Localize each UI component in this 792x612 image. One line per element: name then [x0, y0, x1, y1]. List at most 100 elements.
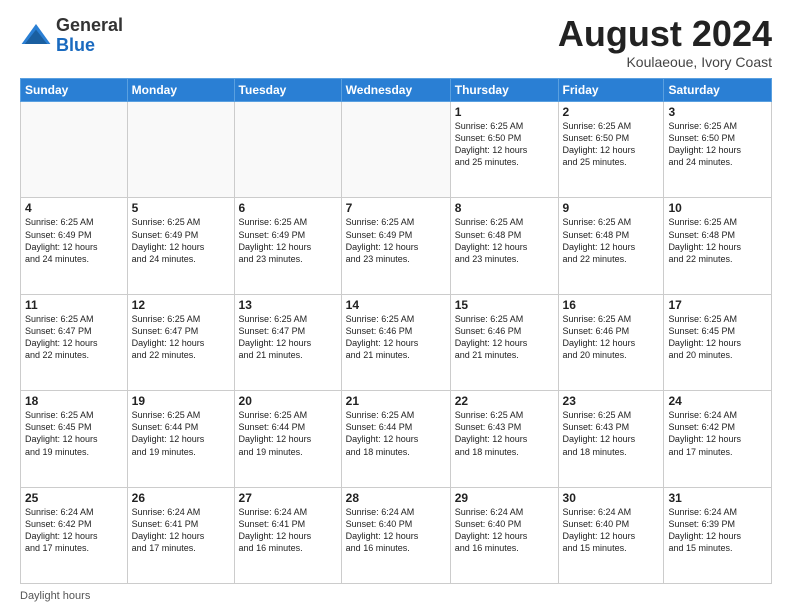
day-info: Sunrise: 6:25 AM Sunset: 6:47 PM Dayligh…: [239, 313, 337, 362]
day-info: Sunrise: 6:25 AM Sunset: 6:50 PM Dayligh…: [455, 120, 554, 169]
calendar-cell: 13Sunrise: 6:25 AM Sunset: 6:47 PM Dayli…: [234, 294, 341, 390]
day-number: 24: [668, 394, 767, 408]
page: General Blue August 2024 Koulaeoue, Ivor…: [0, 0, 792, 612]
day-info: Sunrise: 6:25 AM Sunset: 6:49 PM Dayligh…: [25, 216, 123, 265]
calendar-header-thursday: Thursday: [450, 79, 558, 102]
day-info: Sunrise: 6:25 AM Sunset: 6:49 PM Dayligh…: [346, 216, 446, 265]
calendar-cell: [127, 102, 234, 198]
day-number: 15: [455, 298, 554, 312]
header: General Blue August 2024 Koulaeoue, Ivor…: [20, 16, 772, 70]
calendar-cell: 14Sunrise: 6:25 AM Sunset: 6:46 PM Dayli…: [341, 294, 450, 390]
day-info: Sunrise: 6:25 AM Sunset: 6:49 PM Dayligh…: [239, 216, 337, 265]
calendar-cell: 23Sunrise: 6:25 AM Sunset: 6:43 PM Dayli…: [558, 391, 664, 487]
day-number: 9: [563, 201, 660, 215]
day-number: 8: [455, 201, 554, 215]
calendar-cell: 2Sunrise: 6:25 AM Sunset: 6:50 PM Daylig…: [558, 102, 664, 198]
day-number: 18: [25, 394, 123, 408]
day-number: 7: [346, 201, 446, 215]
day-number: 10: [668, 201, 767, 215]
day-info: Sunrise: 6:25 AM Sunset: 6:50 PM Dayligh…: [668, 120, 767, 169]
day-info: Sunrise: 6:25 AM Sunset: 6:44 PM Dayligh…: [346, 409, 446, 458]
day-number: 3: [668, 105, 767, 119]
day-number: 27: [239, 491, 337, 505]
day-number: 30: [563, 491, 660, 505]
day-number: 14: [346, 298, 446, 312]
day-info: Sunrise: 6:25 AM Sunset: 6:48 PM Dayligh…: [668, 216, 767, 265]
calendar-cell: 19Sunrise: 6:25 AM Sunset: 6:44 PM Dayli…: [127, 391, 234, 487]
calendar-header-friday: Friday: [558, 79, 664, 102]
calendar-cell: 24Sunrise: 6:24 AM Sunset: 6:42 PM Dayli…: [664, 391, 772, 487]
calendar-cell: 22Sunrise: 6:25 AM Sunset: 6:43 PM Dayli…: [450, 391, 558, 487]
calendar-cell: 30Sunrise: 6:24 AM Sunset: 6:40 PM Dayli…: [558, 487, 664, 583]
day-number: 5: [132, 201, 230, 215]
calendar-table: SundayMondayTuesdayWednesdayThursdayFrid…: [20, 78, 772, 584]
calendar-header-wednesday: Wednesday: [341, 79, 450, 102]
calendar-cell: 10Sunrise: 6:25 AM Sunset: 6:48 PM Dayli…: [664, 198, 772, 294]
day-info: Sunrise: 6:24 AM Sunset: 6:41 PM Dayligh…: [132, 506, 230, 555]
day-number: 1: [455, 105, 554, 119]
location: Koulaeoue, Ivory Coast: [558, 54, 772, 70]
calendar-week-4: 25Sunrise: 6:24 AM Sunset: 6:42 PM Dayli…: [21, 487, 772, 583]
day-info: Sunrise: 6:25 AM Sunset: 6:44 PM Dayligh…: [132, 409, 230, 458]
calendar-header-monday: Monday: [127, 79, 234, 102]
calendar-cell: 15Sunrise: 6:25 AM Sunset: 6:46 PM Dayli…: [450, 294, 558, 390]
calendar-week-2: 11Sunrise: 6:25 AM Sunset: 6:47 PM Dayli…: [21, 294, 772, 390]
day-number: 2: [563, 105, 660, 119]
calendar-cell: 21Sunrise: 6:25 AM Sunset: 6:44 PM Dayli…: [341, 391, 450, 487]
calendar-cell: 29Sunrise: 6:24 AM Sunset: 6:40 PM Dayli…: [450, 487, 558, 583]
day-info: Sunrise: 6:24 AM Sunset: 6:40 PM Dayligh…: [455, 506, 554, 555]
day-number: 16: [563, 298, 660, 312]
day-number: 21: [346, 394, 446, 408]
day-number: 20: [239, 394, 337, 408]
day-number: 29: [455, 491, 554, 505]
day-info: Sunrise: 6:25 AM Sunset: 6:45 PM Dayligh…: [25, 409, 123, 458]
calendar-cell: 27Sunrise: 6:24 AM Sunset: 6:41 PM Dayli…: [234, 487, 341, 583]
footer: Daylight hours: [20, 590, 772, 602]
day-number: 12: [132, 298, 230, 312]
daylight-hours-label: Daylight hours: [20, 590, 90, 602]
day-info: Sunrise: 6:25 AM Sunset: 6:45 PM Dayligh…: [668, 313, 767, 362]
calendar-cell: 6Sunrise: 6:25 AM Sunset: 6:49 PM Daylig…: [234, 198, 341, 294]
day-number: 25: [25, 491, 123, 505]
day-number: 23: [563, 394, 660, 408]
calendar-cell: 31Sunrise: 6:24 AM Sunset: 6:39 PM Dayli…: [664, 487, 772, 583]
day-number: 19: [132, 394, 230, 408]
day-number: 17: [668, 298, 767, 312]
calendar-header-row: SundayMondayTuesdayWednesdayThursdayFrid…: [21, 79, 772, 102]
calendar-cell: 11Sunrise: 6:25 AM Sunset: 6:47 PM Dayli…: [21, 294, 128, 390]
day-info: Sunrise: 6:24 AM Sunset: 6:41 PM Dayligh…: [239, 506, 337, 555]
calendar-cell: 9Sunrise: 6:25 AM Sunset: 6:48 PM Daylig…: [558, 198, 664, 294]
day-info: Sunrise: 6:24 AM Sunset: 6:42 PM Dayligh…: [668, 409, 767, 458]
day-number: 13: [239, 298, 337, 312]
logo-text: General Blue: [56, 16, 123, 56]
day-number: 26: [132, 491, 230, 505]
day-number: 4: [25, 201, 123, 215]
day-number: 28: [346, 491, 446, 505]
calendar-cell: 4Sunrise: 6:25 AM Sunset: 6:49 PM Daylig…: [21, 198, 128, 294]
calendar-header-saturday: Saturday: [664, 79, 772, 102]
day-info: Sunrise: 6:25 AM Sunset: 6:47 PM Dayligh…: [132, 313, 230, 362]
calendar-cell: 12Sunrise: 6:25 AM Sunset: 6:47 PM Dayli…: [127, 294, 234, 390]
day-number: 6: [239, 201, 337, 215]
calendar-cell: [234, 102, 341, 198]
calendar-cell: 5Sunrise: 6:25 AM Sunset: 6:49 PM Daylig…: [127, 198, 234, 294]
day-info: Sunrise: 6:25 AM Sunset: 6:48 PM Dayligh…: [455, 216, 554, 265]
calendar-cell: 16Sunrise: 6:25 AM Sunset: 6:46 PM Dayli…: [558, 294, 664, 390]
calendar-cell: 20Sunrise: 6:25 AM Sunset: 6:44 PM Dayli…: [234, 391, 341, 487]
day-info: Sunrise: 6:24 AM Sunset: 6:40 PM Dayligh…: [563, 506, 660, 555]
calendar-week-0: 1Sunrise: 6:25 AM Sunset: 6:50 PM Daylig…: [21, 102, 772, 198]
day-info: Sunrise: 6:25 AM Sunset: 6:47 PM Dayligh…: [25, 313, 123, 362]
calendar-cell: [21, 102, 128, 198]
calendar-week-3: 18Sunrise: 6:25 AM Sunset: 6:45 PM Dayli…: [21, 391, 772, 487]
calendar-cell: 3Sunrise: 6:25 AM Sunset: 6:50 PM Daylig…: [664, 102, 772, 198]
month-year: August 2024: [558, 16, 772, 52]
logo: General Blue: [20, 16, 123, 56]
calendar-header-sunday: Sunday: [21, 79, 128, 102]
day-info: Sunrise: 6:25 AM Sunset: 6:44 PM Dayligh…: [239, 409, 337, 458]
calendar-cell: 1Sunrise: 6:25 AM Sunset: 6:50 PM Daylig…: [450, 102, 558, 198]
day-number: 11: [25, 298, 123, 312]
calendar-cell: [341, 102, 450, 198]
day-info: Sunrise: 6:25 AM Sunset: 6:50 PM Dayligh…: [563, 120, 660, 169]
calendar-header-tuesday: Tuesday: [234, 79, 341, 102]
calendar-cell: 18Sunrise: 6:25 AM Sunset: 6:45 PM Dayli…: [21, 391, 128, 487]
